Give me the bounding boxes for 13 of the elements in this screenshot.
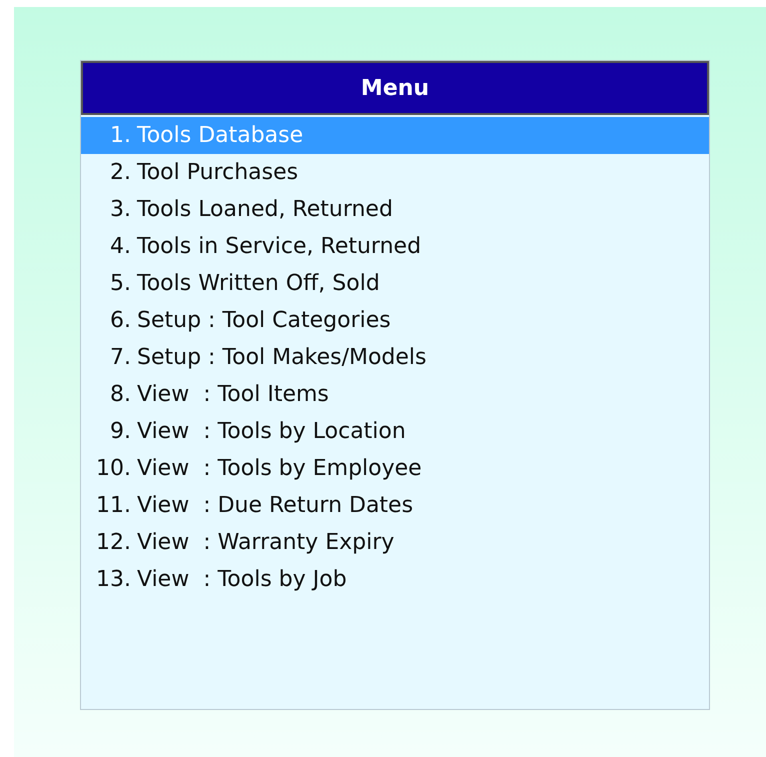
menu-item[interactable]: 3. Tools Loaned, Returned — [81, 191, 709, 228]
menu-item[interactable]: 5. Tools Written Off, Sold — [81, 265, 709, 302]
menu-item[interactable]: 2. Tool Purchases — [81, 154, 709, 191]
menu-item[interactable]: 4. Tools in Service, Returned — [81, 228, 709, 265]
menu-item[interactable]: 13. View : Tools by Job — [81, 561, 709, 598]
menu-item[interactable]: 8. View : Tool Items — [81, 376, 709, 413]
menu-title: Menu — [360, 76, 430, 100]
menu-item[interactable]: 7. Setup : Tool Makes/Models — [81, 339, 709, 376]
menu-item[interactable]: 11. View : Due Return Dates — [81, 487, 709, 524]
menu-item[interactable]: 10. View : Tools by Employee — [81, 450, 709, 487]
menu-item[interactable]: 6. Setup : Tool Categories — [81, 302, 709, 339]
menu-item[interactable]: 9. View : Tools by Location — [81, 413, 709, 450]
menu-item[interactable]: 12. View : Warranty Expiry — [81, 524, 709, 561]
